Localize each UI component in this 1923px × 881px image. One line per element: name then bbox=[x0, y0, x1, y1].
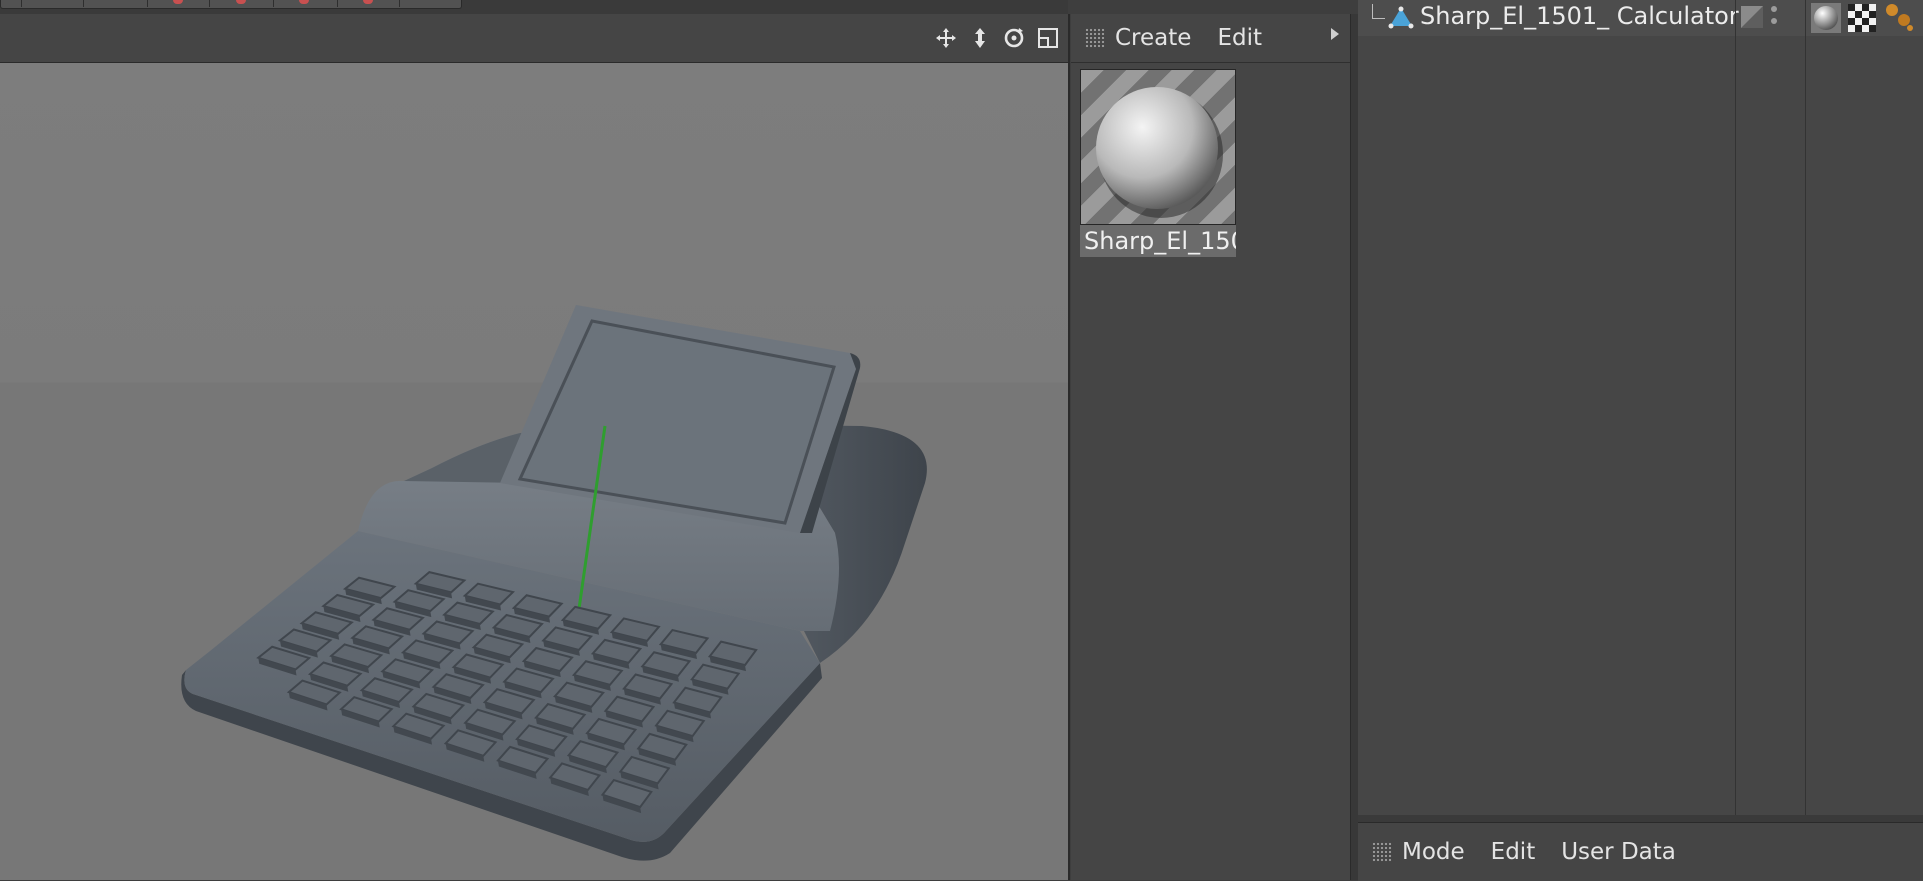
keyframe-icon[interactable] bbox=[173, 0, 183, 4]
object-manager: Sharp_El_1501_ Calculator bbox=[1358, 0, 1923, 851]
maximize-view-icon[interactable] bbox=[1034, 24, 1062, 52]
material-tag-icon[interactable] bbox=[1810, 2, 1842, 38]
keyframe-icon[interactable] bbox=[363, 0, 373, 4]
viewport-header bbox=[0, 14, 1068, 63]
polygon-object-icon bbox=[1388, 6, 1414, 34]
keyframe-icon[interactable] bbox=[236, 0, 246, 4]
menu-user-data[interactable]: User Data bbox=[1561, 839, 1676, 865]
material-thumbnail[interactable]: Sharp_El_150 bbox=[1080, 69, 1236, 259]
rotate-view-icon[interactable] bbox=[1000, 24, 1028, 52]
hierarchy-line bbox=[1372, 4, 1385, 19]
material-manager: Create Edit Sharp_El_150 bbox=[1071, 14, 1351, 880]
layer-toggle-icon[interactable] bbox=[1741, 6, 1763, 28]
toolbar-separator bbox=[337, 0, 338, 7]
menu-edit[interactable]: Edit bbox=[1217, 25, 1262, 51]
3d-viewport[interactable] bbox=[0, 63, 1068, 880]
phong-tag-icon[interactable] bbox=[1884, 2, 1914, 36]
object-row[interactable]: Sharp_El_1501_ Calculator bbox=[1358, 0, 1923, 815]
toolbar-separator bbox=[209, 0, 210, 7]
viewport-navigation-tools bbox=[932, 24, 1062, 52]
menu-edit[interactable]: Edit bbox=[1491, 839, 1536, 865]
menu-mode[interactable]: Mode bbox=[1402, 839, 1465, 865]
object-name[interactable]: Sharp_El_1501_ Calculator bbox=[1420, 2, 1739, 30]
calculator-model-render bbox=[181, 305, 927, 861]
panel-grip-icon[interactable] bbox=[1085, 28, 1105, 48]
move-view-icon[interactable] bbox=[932, 24, 960, 52]
material-preview-sphere bbox=[1080, 69, 1236, 225]
dolly-view-icon[interactable] bbox=[966, 24, 994, 52]
column-divider bbox=[1735, 36, 1736, 851]
render-visibility-dot-icon[interactable] bbox=[1771, 18, 1777, 24]
attributes-menu-bar: Mode Edit User Data bbox=[1358, 823, 1702, 881]
panel-divider bbox=[1068, 14, 1070, 880]
editor-visibility-dot-icon[interactable] bbox=[1771, 6, 1777, 12]
material-menu-bar: Create Edit bbox=[1071, 14, 1351, 63]
toolbar-separator bbox=[21, 0, 22, 7]
panel-grip-icon[interactable] bbox=[1372, 842, 1392, 862]
toolbar-separator bbox=[147, 0, 148, 7]
column-divider bbox=[1805, 36, 1806, 851]
toolbar-button-group bbox=[0, 0, 462, 9]
top-toolbar-strip bbox=[0, 0, 1068, 14]
texture-tag-icon[interactable] bbox=[1848, 4, 1876, 36]
keyframe-icon[interactable] bbox=[299, 0, 309, 4]
toolbar-separator bbox=[273, 0, 274, 7]
panel-divider bbox=[1358, 815, 1923, 822]
material-name: Sharp_El_150 bbox=[1080, 225, 1236, 257]
attributes-manager: Mode Edit User Data bbox=[1358, 822, 1923, 881]
toolbar-separator bbox=[399, 0, 400, 7]
menu-create[interactable]: Create bbox=[1115, 25, 1191, 51]
toolbar-separator bbox=[83, 0, 84, 7]
more-menu-arrow-icon[interactable] bbox=[1331, 28, 1339, 40]
